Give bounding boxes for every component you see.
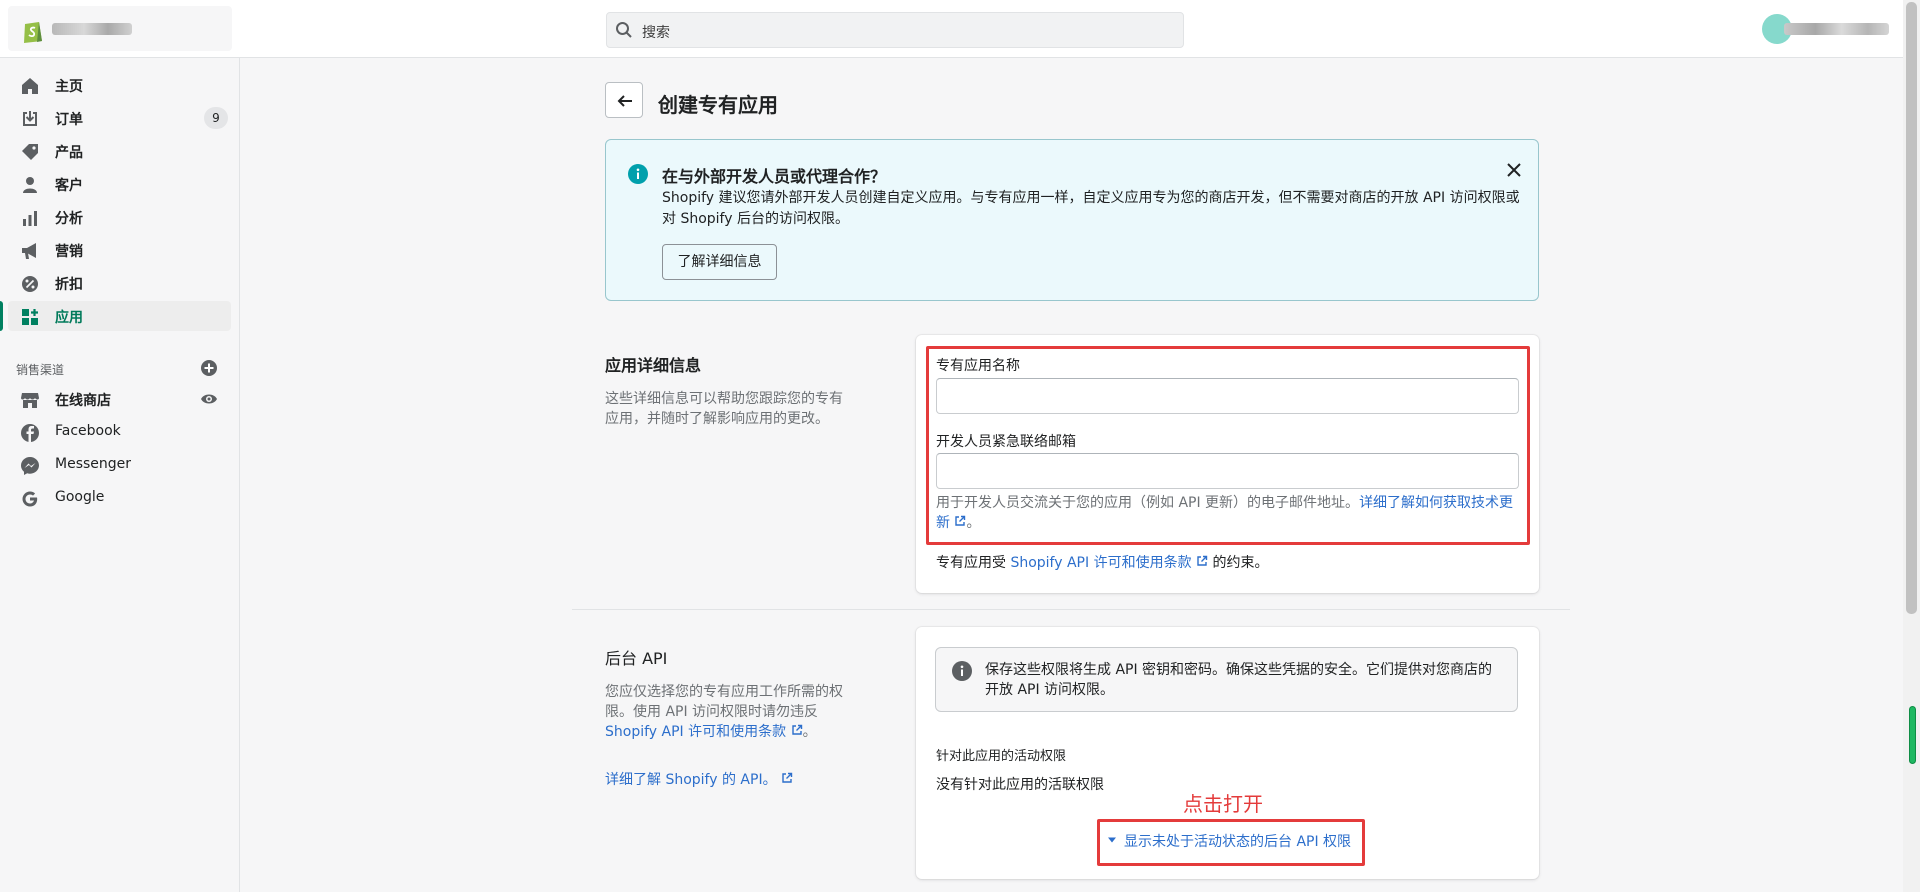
sidebar-item-analytics[interactable]: 分析 (8, 202, 231, 232)
sidebar-item-home[interactable]: 主页 (8, 70, 231, 100)
api-terms-link-label[interactable]: Shopify API 许可和使用条款 (1010, 555, 1191, 571)
search-bar[interactable]: 搜索 (606, 12, 1184, 48)
orders-icon (23, 111, 37, 126)
tag-icon (22, 144, 38, 160)
external-link-icon (782, 772, 793, 783)
sidebar-item-google[interactable]: Google (8, 483, 231, 513)
close-icon[interactable] (1506, 162, 1522, 178)
admin-api-desc-body: 您应仅选择您的专有应用工作所需的权限。使用 API 访问权限时请勿违反 (605, 684, 843, 720)
active-permissions-heading: 针对此应用的活动权限 (936, 749, 1067, 764)
sidebar-item-label: 客户 (55, 178, 83, 194)
arrow-left-icon (617, 95, 632, 107)
google-icon (22, 491, 38, 507)
sidebar-item-label: 折扣 (55, 277, 83, 293)
learn-api-link[interactable]: 详细了解 Shopify 的 API。 (605, 770, 845, 790)
sidebar-item-online-store[interactable]: 在线商店 (8, 384, 231, 414)
sidebar-item-customers[interactable]: 客户 (8, 169, 231, 199)
top-bar: 搜索 (0, 0, 1903, 58)
learn-api-link-label[interactable]: 详细了解 Shopify 的 API。 (605, 772, 777, 788)
app-details-title: 应用详细信息 (605, 356, 702, 375)
sidebar-item-orders[interactable]: 订单 9 (8, 103, 231, 133)
info-banner: 在与外部开发人员或代理合作？ Shopify 建议您请外部开发人员创建自定义应用… (605, 139, 1539, 301)
sidebar-item-label: Google (55, 489, 105, 505)
sidebar-item-label: 分析 (55, 211, 83, 227)
overlay-scroll-handle[interactable] (1909, 706, 1916, 764)
info-icon (952, 661, 972, 681)
sidebar-item-label: 产品 (55, 145, 83, 161)
home-icon (22, 78, 38, 94)
back-button[interactable] (605, 82, 643, 118)
sidebar-item-label: 在线商店 (55, 393, 111, 409)
terms-prefix: 专有应用受 (936, 555, 1011, 571)
learn-more-button[interactable]: 了解详细信息 (662, 244, 777, 280)
store-switcher[interactable] (8, 6, 232, 51)
credentials-note: 保存这些权限将生成 API 密钥和密码。确保这些凭据的安全。它们提供对您商店的开… (935, 647, 1518, 712)
show-inactive-label[interactable]: 显示未处于活动状态的后台 API 权限 (1124, 834, 1351, 850)
sales-channels-heading: 销售渠道 (16, 363, 65, 377)
admin-api-desc-suffix: 。 (802, 724, 817, 740)
apps-icon (22, 309, 38, 325)
terms-suffix: 的约束。 (1208, 555, 1269, 571)
info-icon (628, 164, 648, 184)
sidebar-item-facebook[interactable]: Facebook (8, 417, 231, 447)
banner-body: Shopify 建议您请外部开发人员创建自定义应用。与专有应用一样，自定义应用专… (662, 190, 1520, 227)
add-channel-icon[interactable] (200, 359, 218, 377)
no-active-permissions-text: 没有针对此应用的活联权限 (936, 777, 1104, 793)
caret-down-icon (1108, 837, 1116, 843)
shopify-logo-icon (24, 22, 42, 43)
admin-api-terms-link-label[interactable]: Shopify API 许可和使用条款 (605, 724, 786, 740)
search-icon (616, 22, 632, 38)
sidebar-item-label: 订单 (55, 112, 83, 128)
account-name-blurred[interactable] (1784, 23, 1889, 35)
messenger-icon (21, 457, 39, 475)
discount-icon (22, 276, 38, 292)
click-to-open-annotation: 点击打开 (1183, 792, 1263, 816)
sidebar: 主页 订单 9 产品 客户 分析 营销 折扣 应用 销售渠道 在线商店 Face… (0, 58, 240, 892)
admin-api-description: 您应仅选择您的专有应用工作所需的权限。使用 API 访问权限时请勿违反 Shopi… (605, 682, 845, 742)
sidebar-item-messenger[interactable]: Messenger (8, 450, 231, 480)
search-input[interactable]: 搜索 (642, 22, 670, 42)
sidebar-item-label: 主页 (55, 79, 83, 95)
sidebar-item-label: 营销 (55, 244, 83, 260)
annotation-highlight-box (926, 346, 1530, 545)
credentials-note-text: 保存这些权限将生成 API 密钥和密码。确保这些凭据的安全。它们提供对您商店的开… (985, 662, 1493, 698)
megaphone-icon (22, 243, 36, 259)
sidebar-item-discounts[interactable]: 折扣 (8, 268, 231, 298)
orders-count-badge: 9 (204, 107, 228, 129)
store-name-blurred (52, 23, 132, 35)
sidebar-item-apps[interactable]: 应用 (0, 301, 231, 331)
sidebar-item-products[interactable]: 产品 (8, 136, 231, 166)
customer-icon (23, 177, 37, 193)
page-title: 创建专有应用 (658, 93, 778, 117)
show-inactive-permissions-toggle[interactable]: 显示未处于活动状态的后台 API 权限 (1106, 831, 1351, 851)
sidebar-item-label: Facebook (55, 423, 121, 439)
facebook-icon (21, 424, 39, 442)
sidebar-item-label: 应用 (55, 310, 83, 326)
admin-api-terms-link[interactable]: Shopify API 许可和使用条款 (605, 724, 803, 740)
banner-title: 在与外部开发人员或代理合作？ (662, 167, 887, 186)
active-indicator (0, 301, 3, 331)
eye-icon[interactable] (200, 391, 218, 407)
sidebar-item-marketing[interactable]: 营销 (8, 235, 231, 265)
api-terms-link[interactable]: Shopify API 许可和使用条款 (1010, 555, 1208, 571)
app-details-description: 这些详细信息可以帮助您跟踪您的专有应用，并随时了解影响应用的更改。 (605, 391, 843, 427)
external-link-icon (1197, 555, 1208, 566)
store-icon (21, 393, 39, 408)
sidebar-item-label: Messenger (55, 456, 132, 472)
admin-api-title: 后台 API (605, 649, 668, 668)
scrollbar-thumb[interactable] (1906, 2, 1917, 614)
terms-text: 专有应用受 Shopify API 许可和使用条款 的约束。 (936, 553, 1526, 573)
analytics-icon (23, 211, 37, 226)
external-link-icon (791, 724, 802, 735)
section-divider (572, 609, 1570, 610)
